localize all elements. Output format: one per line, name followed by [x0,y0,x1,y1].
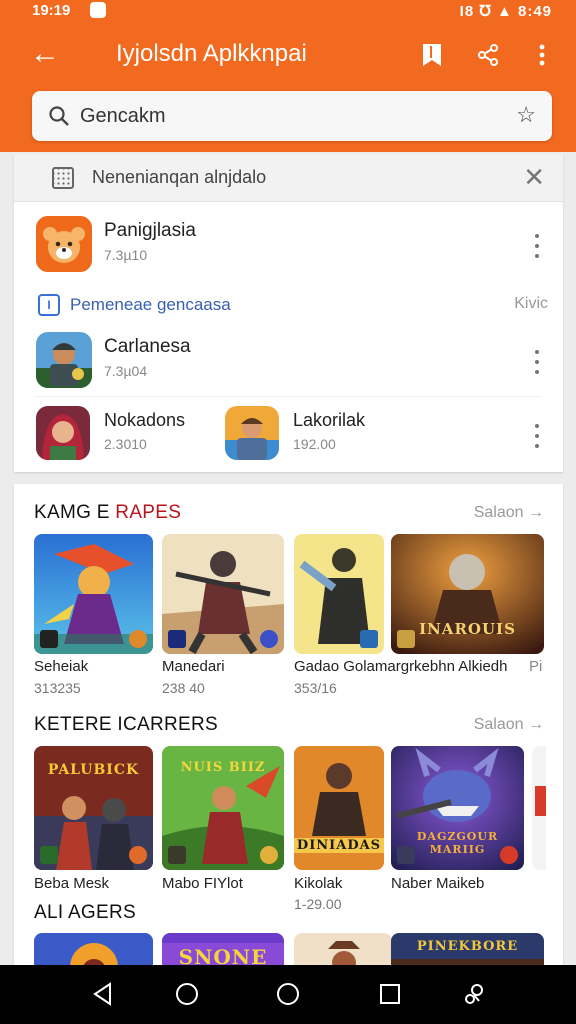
tile-caption: Mabo FIYlot [162,875,243,892]
badge-icon [397,846,415,864]
info-banner: Nenenianqan alnjdalo ✕ [14,154,563,202]
tile-caption: Beba Mesk [34,875,110,892]
app-icon [36,406,90,460]
notification-icon [90,2,106,18]
game-tile[interactable]: INAROUIS [391,534,544,654]
list-item[interactable]: Carlanesa 7.3µ04 [14,326,563,396]
back-icon[interactable] [90,981,116,1007]
app-bar: ← Iyjolsdn Aplkknpai [0,32,576,80]
tile-sub: 313235 [34,680,81,696]
see-all-link[interactable]: Salaon → [474,716,544,734]
home-icon[interactable] [174,981,200,1007]
badge-icon [500,846,518,864]
game-tile[interactable] [34,534,153,654]
assistant-icon[interactable] [461,981,487,1007]
badge-icon [40,630,58,648]
app-size: 7.3µ10 [104,247,148,263]
app-name: Panigjlasia [104,220,196,241]
recents-icon[interactable] [377,981,403,1007]
tile-caption: Kikolak [294,875,343,892]
app-icon [36,216,92,272]
tile-title: DINIADAS [294,838,384,853]
app-icon [225,406,279,460]
app-icon [36,332,92,388]
share-icon[interactable] [474,40,502,70]
game-tile[interactable]: PALUBICK [34,746,153,870]
search-bar[interactable]: ☆ [32,91,552,141]
section-title: KAMG E RAPES [34,502,182,523]
star-icon[interactable]: ☆ [516,102,536,128]
grid-icon [52,167,74,189]
suggestions-card: Nenenianqan alnjdalo ✕ Panigjlasia 7.3µ1… [14,154,563,472]
app-name: Nokadons [104,410,186,430]
status-bar: 19:19 Ɩ8 ℧ ▲ 8:49 [0,0,576,24]
search-input[interactable] [80,100,500,132]
app-size: 192.00 [293,436,336,452]
app-size: 7.3µ04 [104,363,148,379]
game-tile[interactable] [294,534,384,654]
app-header: 19:19 Ɩ8 ℧ ▲ 8:49 ← Iyjolsdn Aplkknpai ☆ [0,0,576,152]
tile-caption: Manedari [162,658,225,675]
see-all-link[interactable]: Salaon → [474,504,544,522]
close-icon[interactable]: ✕ [523,162,545,193]
section-header: ALI AGERS [34,902,544,926]
search-icon [48,105,70,127]
tile-caption: Pi [529,658,543,675]
badge-icon [129,630,147,648]
game-tile[interactable] [532,746,546,870]
game-tile[interactable]: NUIS BIIZ [162,746,284,870]
game-tile[interactable]: DAGZGOUR MARIIG [391,746,524,870]
status-time: 19:19 [32,2,71,19]
bookmark-icon[interactable] [418,40,446,70]
status-icons: Ɩ8 ℧ ▲ 8:49 [459,3,552,20]
tile-sub: 238 40 [162,680,205,696]
badge-icon [260,846,278,864]
more-vert-icon[interactable] [533,234,541,258]
section-label-text: Pemeneae gencaasa [70,295,231,314]
badge-icon [40,846,58,864]
badge-icon [129,846,147,864]
app-name: Carlanesa [104,336,191,357]
list-item[interactable]: Panigjlasia 7.3µ10 [14,210,563,280]
more-vert-icon[interactable] [533,424,541,448]
tile-title: NUIS BIIZ [180,760,266,775]
tile-caption: Seheiak [34,658,89,675]
banner-text: Nenenianqan alnjdalo [92,167,267,187]
app-size: 2.3010 [104,436,147,452]
bracket-icon: I [38,294,60,316]
tile-caption: Gadao Golamargrkebhn Alkiedh [294,658,508,675]
badge-icon [168,630,186,648]
tile-caption: Naber Maikeb [391,875,485,892]
system-nav-bar [0,965,576,1024]
game-tile[interactable] [162,534,284,654]
arrow-left-icon[interactable]: ← [30,38,60,70]
home-circle-icon[interactable] [275,981,301,1007]
list-item[interactable]: Nokadons 2.3010 [36,406,256,466]
section-header: KAMG E RAPES Salaon → [34,502,544,526]
more-vert-icon[interactable] [533,350,541,374]
badge-icon [397,630,415,648]
section-label-right[interactable]: Kivic [514,295,548,313]
badge-icon [168,846,186,864]
section-header: KETERE ICARRERS Salaon → [34,714,544,738]
games-card: KAMG E RAPES Salaon → INAROUIS Seheiak 3… [14,484,563,984]
game-tile[interactable]: DINIADAS [294,746,384,870]
section-label: I Pemeneae gencaasa Kivic [38,294,548,318]
page-title: Iyjolsdn Aplkknpai [116,40,307,67]
app-name: Lakorilak [293,410,366,430]
tile-sub: 353/16 [294,680,337,696]
more-vert-icon[interactable] [528,40,556,70]
tile-title: PINEKBORE [416,939,519,954]
divider [36,396,541,397]
section-title: ALI AGERS [34,902,136,923]
section-title: KETERE ICARRERS [34,714,218,735]
list-item[interactable]: Lakorilak 192.00 [225,406,445,466]
badge-icon [260,630,278,648]
badge-icon [360,630,378,648]
tile-title: PALUBICK [47,762,140,778]
